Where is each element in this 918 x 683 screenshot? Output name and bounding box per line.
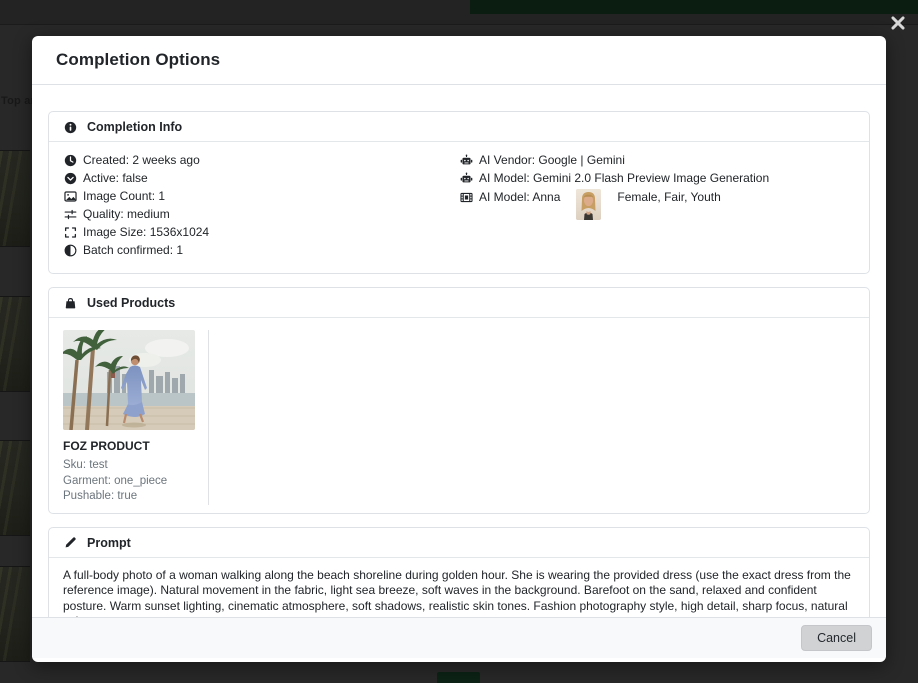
background-header-strip (470, 0, 918, 14)
info-row-ai-model: AI Model: Gemini 2.0 Flash Preview Image… (459, 171, 855, 185)
completion-info-card: Completion Info Created: 2 weeks ago (48, 111, 870, 274)
info-row-batch-confirmed: Batch confirmed: 1 (63, 243, 459, 257)
info-row-image-size: Image Size: 1536x1024 (63, 225, 459, 239)
product-pushable: Pushable: true (63, 489, 195, 505)
pencil-icon (63, 536, 77, 550)
completion-info-right-column: AI Vendor: Google | Gemini AI Model: Gem… (459, 153, 855, 261)
modal-title: Completion Options (56, 50, 220, 70)
completion-options-modal: Completion Options Completion Info (32, 36, 886, 662)
completion-info-left-column: Created: 2 weeks ago Active: false (63, 153, 459, 261)
prompt-card: Prompt A full-body photo of a woman walk… (48, 527, 870, 618)
info-traits-text: Female, Fair, Youth (617, 190, 720, 204)
completion-info-title: Completion Info (87, 120, 182, 134)
info-row-created: Created: 2 weeks ago (63, 153, 459, 167)
info-icon (63, 120, 77, 134)
info-row-ai-model-person: AI Model: Anna (459, 189, 855, 220)
model-avatar (576, 189, 601, 220)
background-thumbnail (0, 566, 30, 662)
image-icon (63, 189, 77, 203)
id-card-icon (459, 190, 473, 204)
modal-header: Completion Options (32, 36, 886, 85)
robot-icon (459, 153, 473, 167)
info-text: AI Model: Anna (479, 190, 560, 204)
product-card: FOZ PRODUCT Sku: test Garment: one_piece… (63, 330, 209, 505)
modal-footer: Cancel (32, 617, 886, 658)
prompt-title: Prompt (87, 536, 131, 550)
background-thumbnail (0, 150, 30, 247)
used-products-header: Used Products (49, 288, 869, 318)
info-text: Image Count: 1 (83, 189, 165, 203)
info-text: AI Model: Gemini 2.0 Flash Preview Image… (479, 171, 769, 185)
product-sku: Sku: test (63, 458, 195, 474)
expand-icon (63, 225, 77, 239)
info-text: Created: 2 weeks ago (83, 153, 200, 167)
contrast-icon (63, 243, 77, 257)
clock-icon (63, 153, 77, 167)
info-row-quality: Quality: medium (63, 207, 459, 221)
background-thumbnail (0, 440, 30, 536)
used-products-title: Used Products (87, 296, 175, 310)
prompt-text: A full-body photo of a woman walking alo… (49, 558, 869, 618)
robot-icon (459, 171, 473, 185)
info-text: Batch confirmed: 1 (83, 243, 183, 257)
used-products-body: FOZ PRODUCT Sku: test Garment: one_piece… (49, 318, 869, 513)
info-text: Image Size: 1536x1024 (83, 225, 209, 239)
background-thumbnail (0, 296, 30, 392)
product-image (63, 330, 195, 430)
info-row-active: Active: false (63, 171, 459, 185)
info-text: AI Vendor: Google | Gemini (479, 153, 625, 167)
prompt-header: Prompt (49, 528, 869, 558)
close-icon[interactable] (889, 14, 907, 32)
info-row-ai-vendor: AI Vendor: Google | Gemini (459, 153, 855, 167)
completion-info-header: Completion Info (49, 112, 869, 142)
info-text: Active: false (83, 171, 148, 185)
modal-body: Completion Info Created: 2 weeks ago (32, 85, 886, 617)
cancel-button[interactable]: Cancel (801, 625, 872, 651)
shopping-bag-icon (63, 296, 77, 310)
info-row-image-count: Image Count: 1 (63, 189, 459, 203)
product-garment: Garment: one_piece (63, 474, 195, 490)
sliders-icon (63, 207, 77, 221)
completion-info-body: Created: 2 weeks ago Active: false (49, 142, 869, 273)
product-name: FOZ PRODUCT (63, 439, 195, 453)
background-green-button (437, 672, 480, 683)
used-products-card: Used Products (48, 287, 870, 514)
info-text: Quality: medium (83, 207, 170, 221)
check-circle-icon (63, 171, 77, 185)
